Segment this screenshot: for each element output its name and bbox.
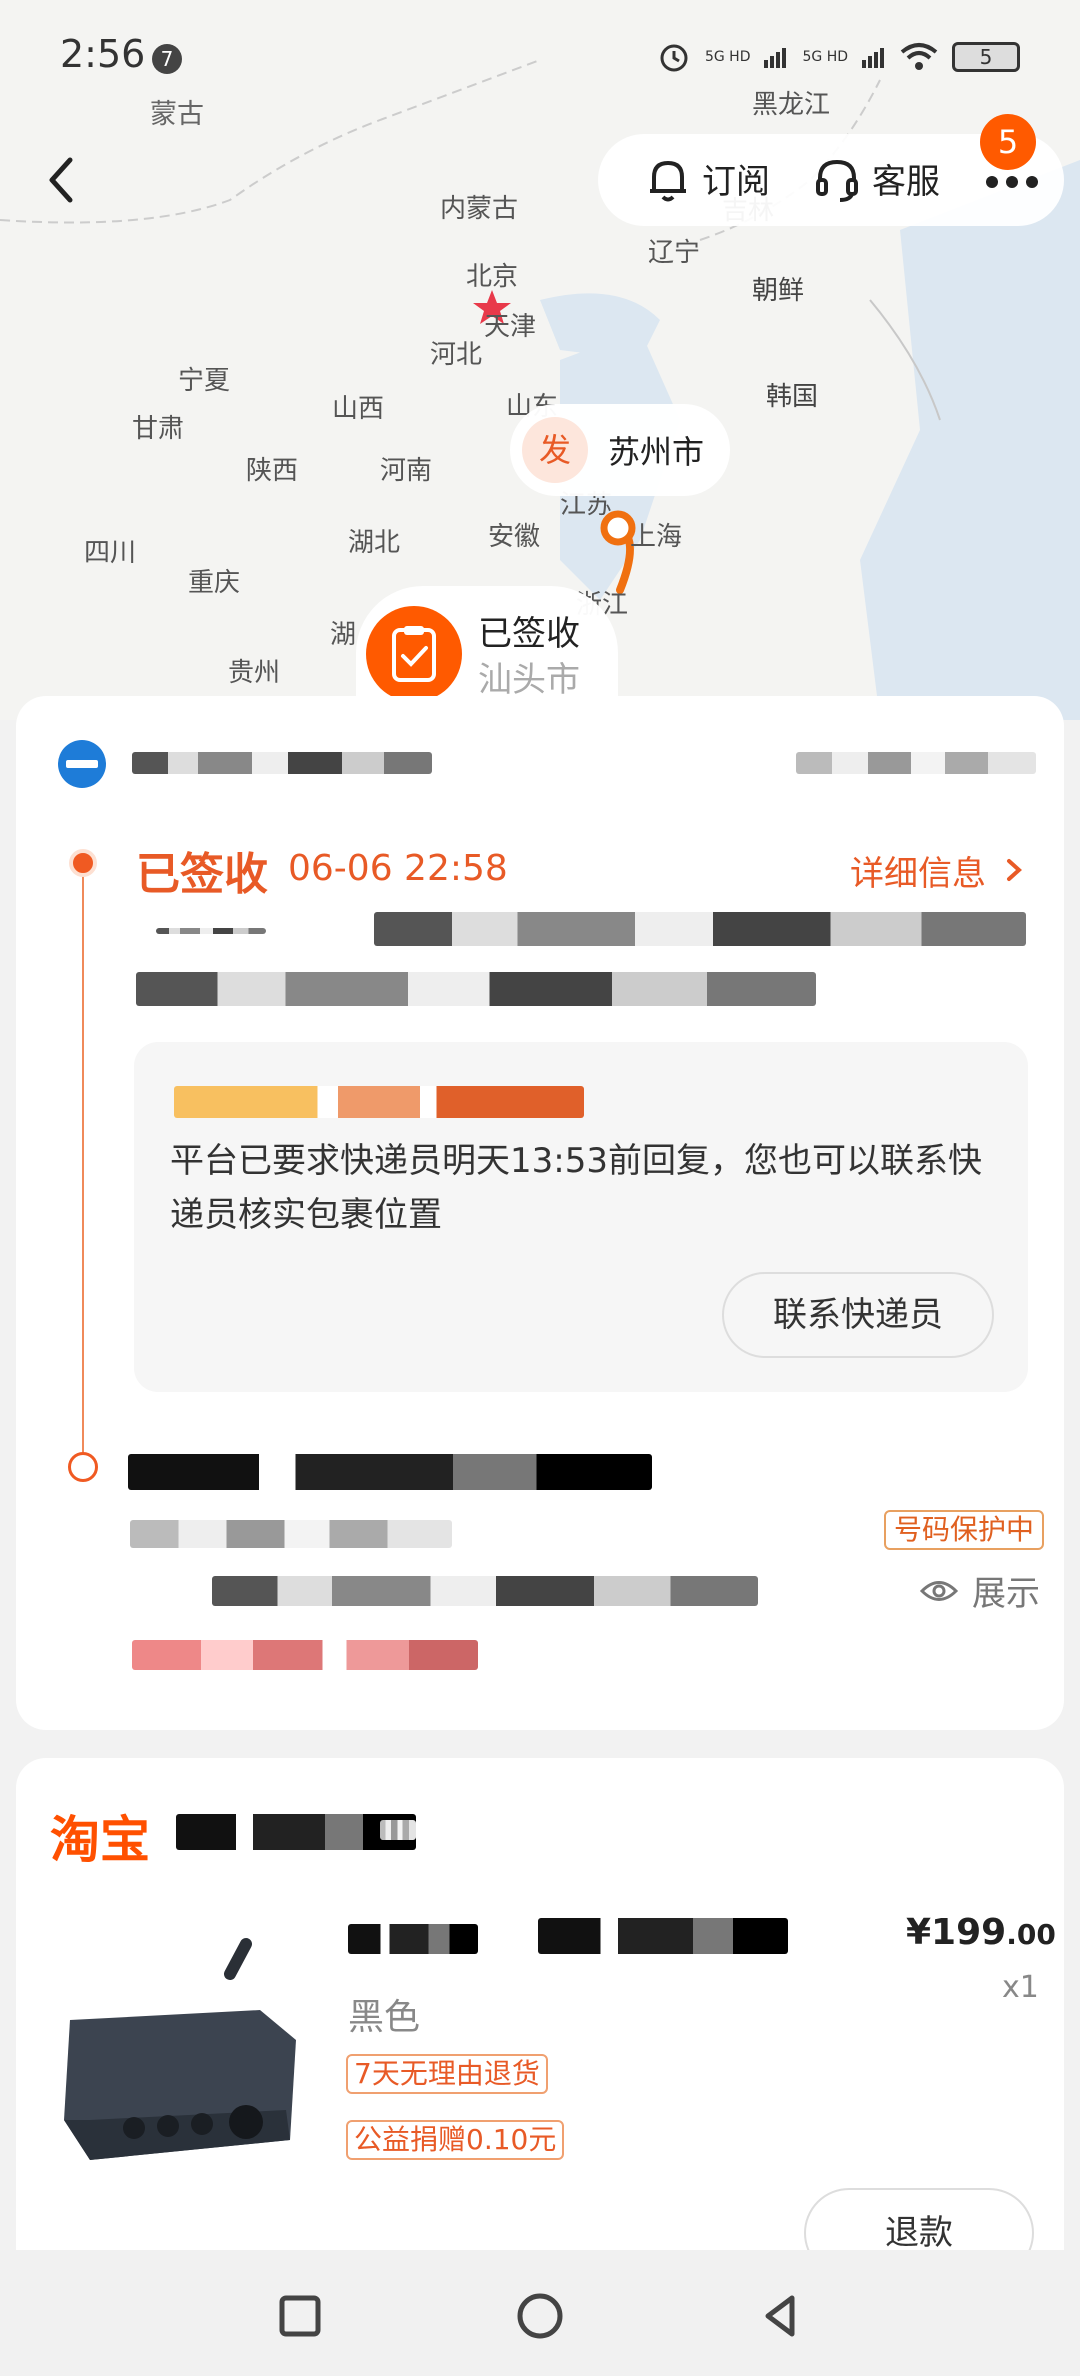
map-label: 山西: [332, 394, 385, 424]
map-label: 韩国: [766, 382, 819, 412]
product-title-redacted: [538, 1918, 788, 1954]
recipient-phone-redacted: [130, 1520, 452, 1548]
subscribe-label: 订阅: [702, 162, 770, 202]
show-label: 展示: [972, 1574, 1040, 1614]
detail-info-link[interactable]: 详细信息: [850, 846, 1025, 895]
chevron-right-icon: [1006, 859, 1022, 881]
map-label: 四川: [84, 538, 137, 568]
status-time: 06-06 22:58: [288, 848, 508, 889]
headset-icon: [816, 159, 858, 202]
clock: 2:56: [60, 32, 146, 76]
recipient-note-redacted: [132, 1640, 478, 1670]
notification-count-badge: 7: [152, 44, 182, 74]
taobao-logo: 淘宝: [50, 1811, 150, 1869]
tracking-number-redacted: [796, 752, 1036, 774]
map-label: 河南: [380, 456, 433, 486]
recipient-address-redacted: [212, 1576, 758, 1606]
signal-1-label: 5G HD: [704, 49, 751, 65]
product-image[interactable]: [50, 1920, 310, 2180]
chevron-left-icon: [49, 157, 73, 203]
back-nav-button[interactable]: [752, 2286, 812, 2346]
more-badge: 5: [980, 114, 1036, 170]
signal-1-icon: [764, 48, 787, 68]
map-label: 天津: [484, 312, 537, 342]
map-label: 湖北: [348, 528, 401, 558]
price-main: ¥199: [906, 1912, 1007, 1953]
price-decimal: .00: [1006, 1918, 1056, 1951]
origin-city: 苏州市: [608, 433, 705, 471]
show-address-button[interactable]: 展示: [920, 1566, 1040, 1615]
clipboard-check-icon: [366, 606, 462, 702]
charity-tag: 公益捐赠0.10元: [346, 2120, 565, 2160]
notice-title-redacted: [174, 1086, 584, 1118]
system-nav-bar: [0, 2250, 1080, 2376]
bell-icon: [650, 160, 686, 201]
back-button[interactable]: [40, 150, 84, 210]
recipient-name-redacted: [128, 1454, 652, 1490]
product-quantity: x1: [1002, 1970, 1039, 2005]
map-label: 湖: [330, 620, 357, 650]
map-label: 朝鲜: [752, 276, 805, 306]
eye-icon: [920, 1580, 958, 1601]
map-label: 宁夏: [178, 366, 231, 396]
signal-2-label: 5G HD: [802, 49, 848, 65]
courier-notice: 平台已要求快递员明天13:53前回复，您也可以联系快递员核实包裹位置 联系快递员: [134, 1042, 1028, 1392]
customer-service-label: 客服: [872, 162, 940, 202]
status-bar: 2:56 7 5G HD 5G HD 5: [0, 0, 1080, 110]
map-label: 河北: [430, 340, 483, 370]
wifi-icon: [900, 43, 938, 70]
map-label: 贵州: [228, 658, 281, 688]
subscribe-button[interactable]: 订阅: [646, 154, 770, 203]
battery-icon: 5: [952, 42, 1020, 72]
number-protection-badge: 号码保护中: [884, 1510, 1045, 1550]
map-label: 安徽: [488, 522, 541, 552]
map-label: 内蒙古: [440, 194, 519, 224]
destination-status: 已签收: [478, 614, 580, 654]
status-desc-redacted: [374, 912, 1026, 946]
destination-city: 汕头市: [478, 660, 580, 700]
timeline-dot: [68, 1452, 98, 1482]
shop-extra-redacted: [380, 1820, 416, 1840]
status-desc-redacted: [156, 928, 266, 934]
customer-service-button[interactable]: 客服: [814, 154, 940, 203]
map-label: 辽宁: [648, 238, 701, 268]
system-icons: 5G HD 5G HD 5: [657, 40, 1020, 74]
timeline-line: [82, 860, 84, 1460]
signal-2-icon: [862, 48, 884, 68]
courier-name-redacted: [132, 752, 432, 774]
home-button[interactable]: [510, 2286, 570, 2346]
product-price: ¥199.00: [906, 1912, 1056, 1953]
contact-courier-button[interactable]: 联系快递员: [722, 1272, 994, 1358]
map-label: 陕西: [246, 456, 299, 486]
product-variant: 黑色: [348, 1997, 421, 2038]
courier-logo: [58, 740, 106, 788]
origin-marker[interactable]: 发 苏州市: [510, 404, 730, 496]
notice-text: 平台已要求快递员明天13:53前回复，您也可以联系快递员核实包裹位置: [170, 1141, 982, 1235]
map-label: 上海: [630, 522, 683, 552]
map-label: 甘肃: [132, 414, 185, 444]
status-desc-redacted: [136, 972, 816, 1006]
recents-button[interactable]: [270, 2286, 330, 2346]
map-label: 北京: [466, 262, 519, 292]
alarm-icon: [660, 44, 688, 72]
map-label: 重庆: [188, 568, 241, 598]
return-policy-tag: 7天无理由退货: [346, 2054, 548, 2094]
origin-tag: 发: [522, 417, 588, 483]
detail-info-label: 详细信息: [850, 854, 986, 894]
product-title-redacted: [348, 1924, 478, 1954]
status-title: 已签收: [136, 849, 268, 900]
timeline-dot-active: [69, 849, 97, 877]
